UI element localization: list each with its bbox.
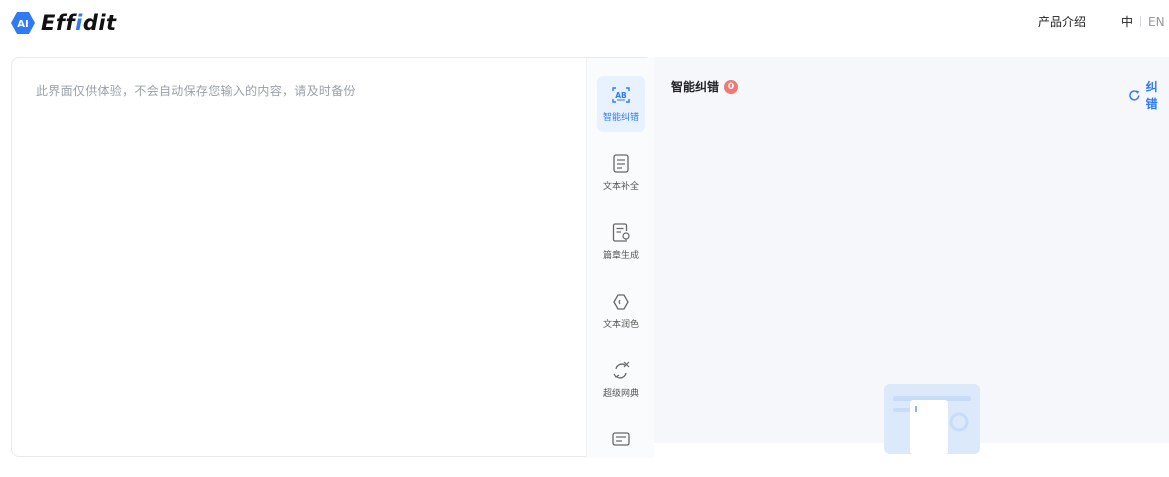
language-switch: 中 EN: [1121, 13, 1165, 30]
recheck-button[interactable]: 纠错: [1128, 78, 1169, 112]
feature-toolbar: AB 智能纠错 文本补全 篇章生成 文本润色 超级网典: [586, 58, 654, 458]
super-dictionary-icon: [613, 361, 630, 379]
editor-input[interactable]: 此界面仅供体验，不会自动保存您输入的内容，请及时备份: [36, 82, 356, 99]
correction-result-panel: 智能纠错 0 纠错: [654, 57, 1169, 454]
tool-super-dictionary[interactable]: 超级网典: [597, 352, 645, 408]
ab-correct-icon: AB: [612, 87, 630, 103]
recheck-label: 纠错: [1145, 80, 1158, 111]
tool-label: 超级网典: [602, 389, 639, 399]
more-tool-icon: [612, 432, 630, 446]
tool-label: 文本润色: [602, 320, 639, 330]
tool-label: 智能纠错: [602, 113, 639, 123]
top-header: AI Effidit 产品介绍 中 EN: [0, 0, 1169, 46]
tool-label: 文本补全: [602, 182, 639, 192]
lang-divider: [1140, 16, 1142, 27]
result-title: 智能纠错 0: [671, 78, 739, 95]
tool-text-polish[interactable]: 文本润色: [597, 283, 645, 339]
editor-panel: 此界面仅供体验，不会自动保存您输入的内容，请及时备份 AB 智能纠错 文本补全: [11, 57, 654, 458]
text-complete-icon: [613, 154, 629, 173]
logo-wordmark: Effidit: [41, 11, 117, 35]
result-title-text: 智能纠错: [671, 80, 720, 94]
error-count-badge: 0: [724, 79, 739, 94]
lang-en-option[interactable]: EN: [1148, 15, 1165, 29]
empty-state-illustration: [883, 384, 981, 454]
lang-zh-option[interactable]: 中: [1121, 13, 1133, 30]
nav-product-intro-link[interactable]: 产品介绍: [1038, 13, 1086, 30]
article-generate-icon: [612, 223, 630, 242]
tool-article-generate[interactable]: 篇章生成: [597, 214, 645, 270]
effidit-logo[interactable]: AI Effidit: [10, 9, 117, 37]
polish-icon: [613, 294, 629, 310]
tool-more[interactable]: [597, 421, 645, 477]
svg-text:AI: AI: [17, 19, 28, 30]
tool-text-complete[interactable]: 文本补全: [597, 145, 645, 201]
tool-label: 篇章生成: [602, 251, 639, 261]
tool-smart-correction[interactable]: AB 智能纠错: [597, 76, 645, 132]
svg-text:AB: AB: [615, 91, 627, 100]
ai-logo-icon: AI: [10, 10, 36, 36]
refresh-icon: [1129, 89, 1140, 101]
